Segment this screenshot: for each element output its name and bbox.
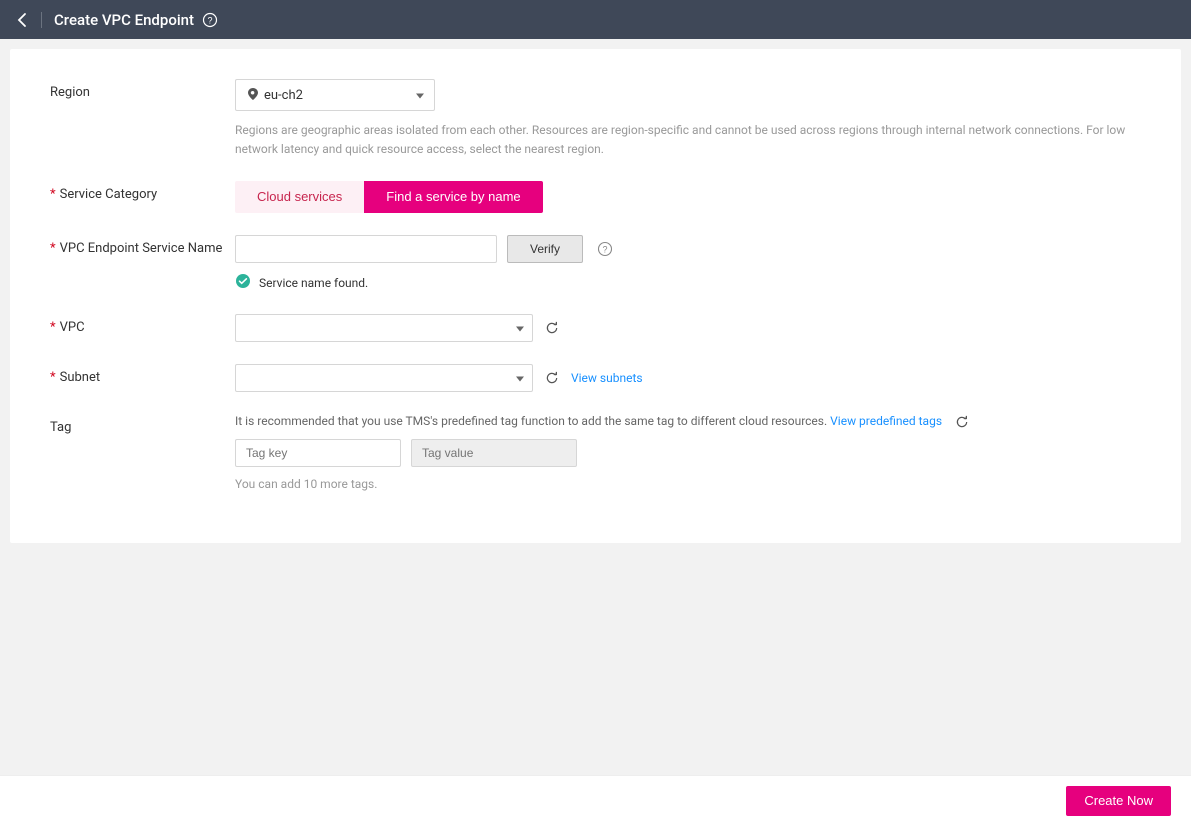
tag-hint: It is recommended that you use TMS's pre…	[235, 414, 1141, 429]
svg-text:?: ?	[603, 245, 608, 255]
chevron-down-icon	[516, 321, 524, 336]
form-card: Region eu-ch2 Regions are geographic are…	[10, 49, 1181, 543]
back-button[interactable]	[15, 12, 31, 28]
service-category-label: Service Category	[50, 181, 235, 202]
tag-key-input[interactable]	[235, 439, 401, 467]
check-icon	[235, 273, 251, 292]
chevron-down-icon	[516, 371, 524, 386]
endpoint-service-name-label: VPC Endpoint Service Name	[50, 235, 235, 256]
refresh-tags-icon[interactable]	[955, 415, 969, 429]
service-found-message: Service name found.	[235, 273, 1141, 292]
view-subnets-link[interactable]: View subnets	[571, 371, 643, 385]
refresh-vpc-icon[interactable]	[545, 321, 559, 335]
header-divider	[41, 12, 42, 28]
chevron-down-icon	[416, 88, 424, 103]
chevron-left-icon	[15, 12, 31, 28]
create-now-button[interactable]: Create Now	[1066, 786, 1171, 816]
refresh-subnet-icon[interactable]	[545, 371, 559, 385]
endpoint-service-name-input[interactable]	[235, 235, 497, 263]
tag-limit-text: You can add 10 more tags.	[235, 477, 1141, 491]
view-predefined-tags-link[interactable]: View predefined tags	[830, 414, 942, 428]
tag-value-input[interactable]	[411, 439, 577, 467]
vpc-label: VPC	[50, 314, 235, 335]
region-select[interactable]: eu-ch2	[235, 79, 435, 111]
service-found-text: Service name found.	[259, 276, 368, 290]
svg-text:?: ?	[207, 15, 212, 25]
footer-bar: Create Now	[0, 775, 1191, 825]
page-title: Create VPC Endpoint	[54, 11, 194, 29]
tag-hint-text: It is recommended that you use TMS's pre…	[235, 414, 830, 428]
subnet-label: Subnet	[50, 364, 235, 385]
pin-icon	[248, 88, 258, 103]
find-by-name-option[interactable]: Find a service by name	[364, 181, 542, 213]
verify-button[interactable]: Verify	[507, 235, 583, 263]
region-help-text: Regions are geographic areas isolated fr…	[235, 121, 1141, 159]
subnet-select[interactable]	[235, 364, 533, 392]
help-icon[interactable]: ?	[202, 12, 218, 28]
region-value: eu-ch2	[264, 88, 303, 103]
service-category-toggle: Cloud services Find a service by name	[235, 181, 543, 213]
vpc-select[interactable]	[235, 314, 533, 342]
top-header: Create VPC Endpoint ?	[0, 0, 1191, 39]
tag-label: Tag	[50, 414, 235, 435]
cloud-services-option[interactable]: Cloud services	[235, 181, 364, 213]
question-icon[interactable]: ?	[597, 241, 613, 257]
region-label: Region	[50, 79, 235, 100]
